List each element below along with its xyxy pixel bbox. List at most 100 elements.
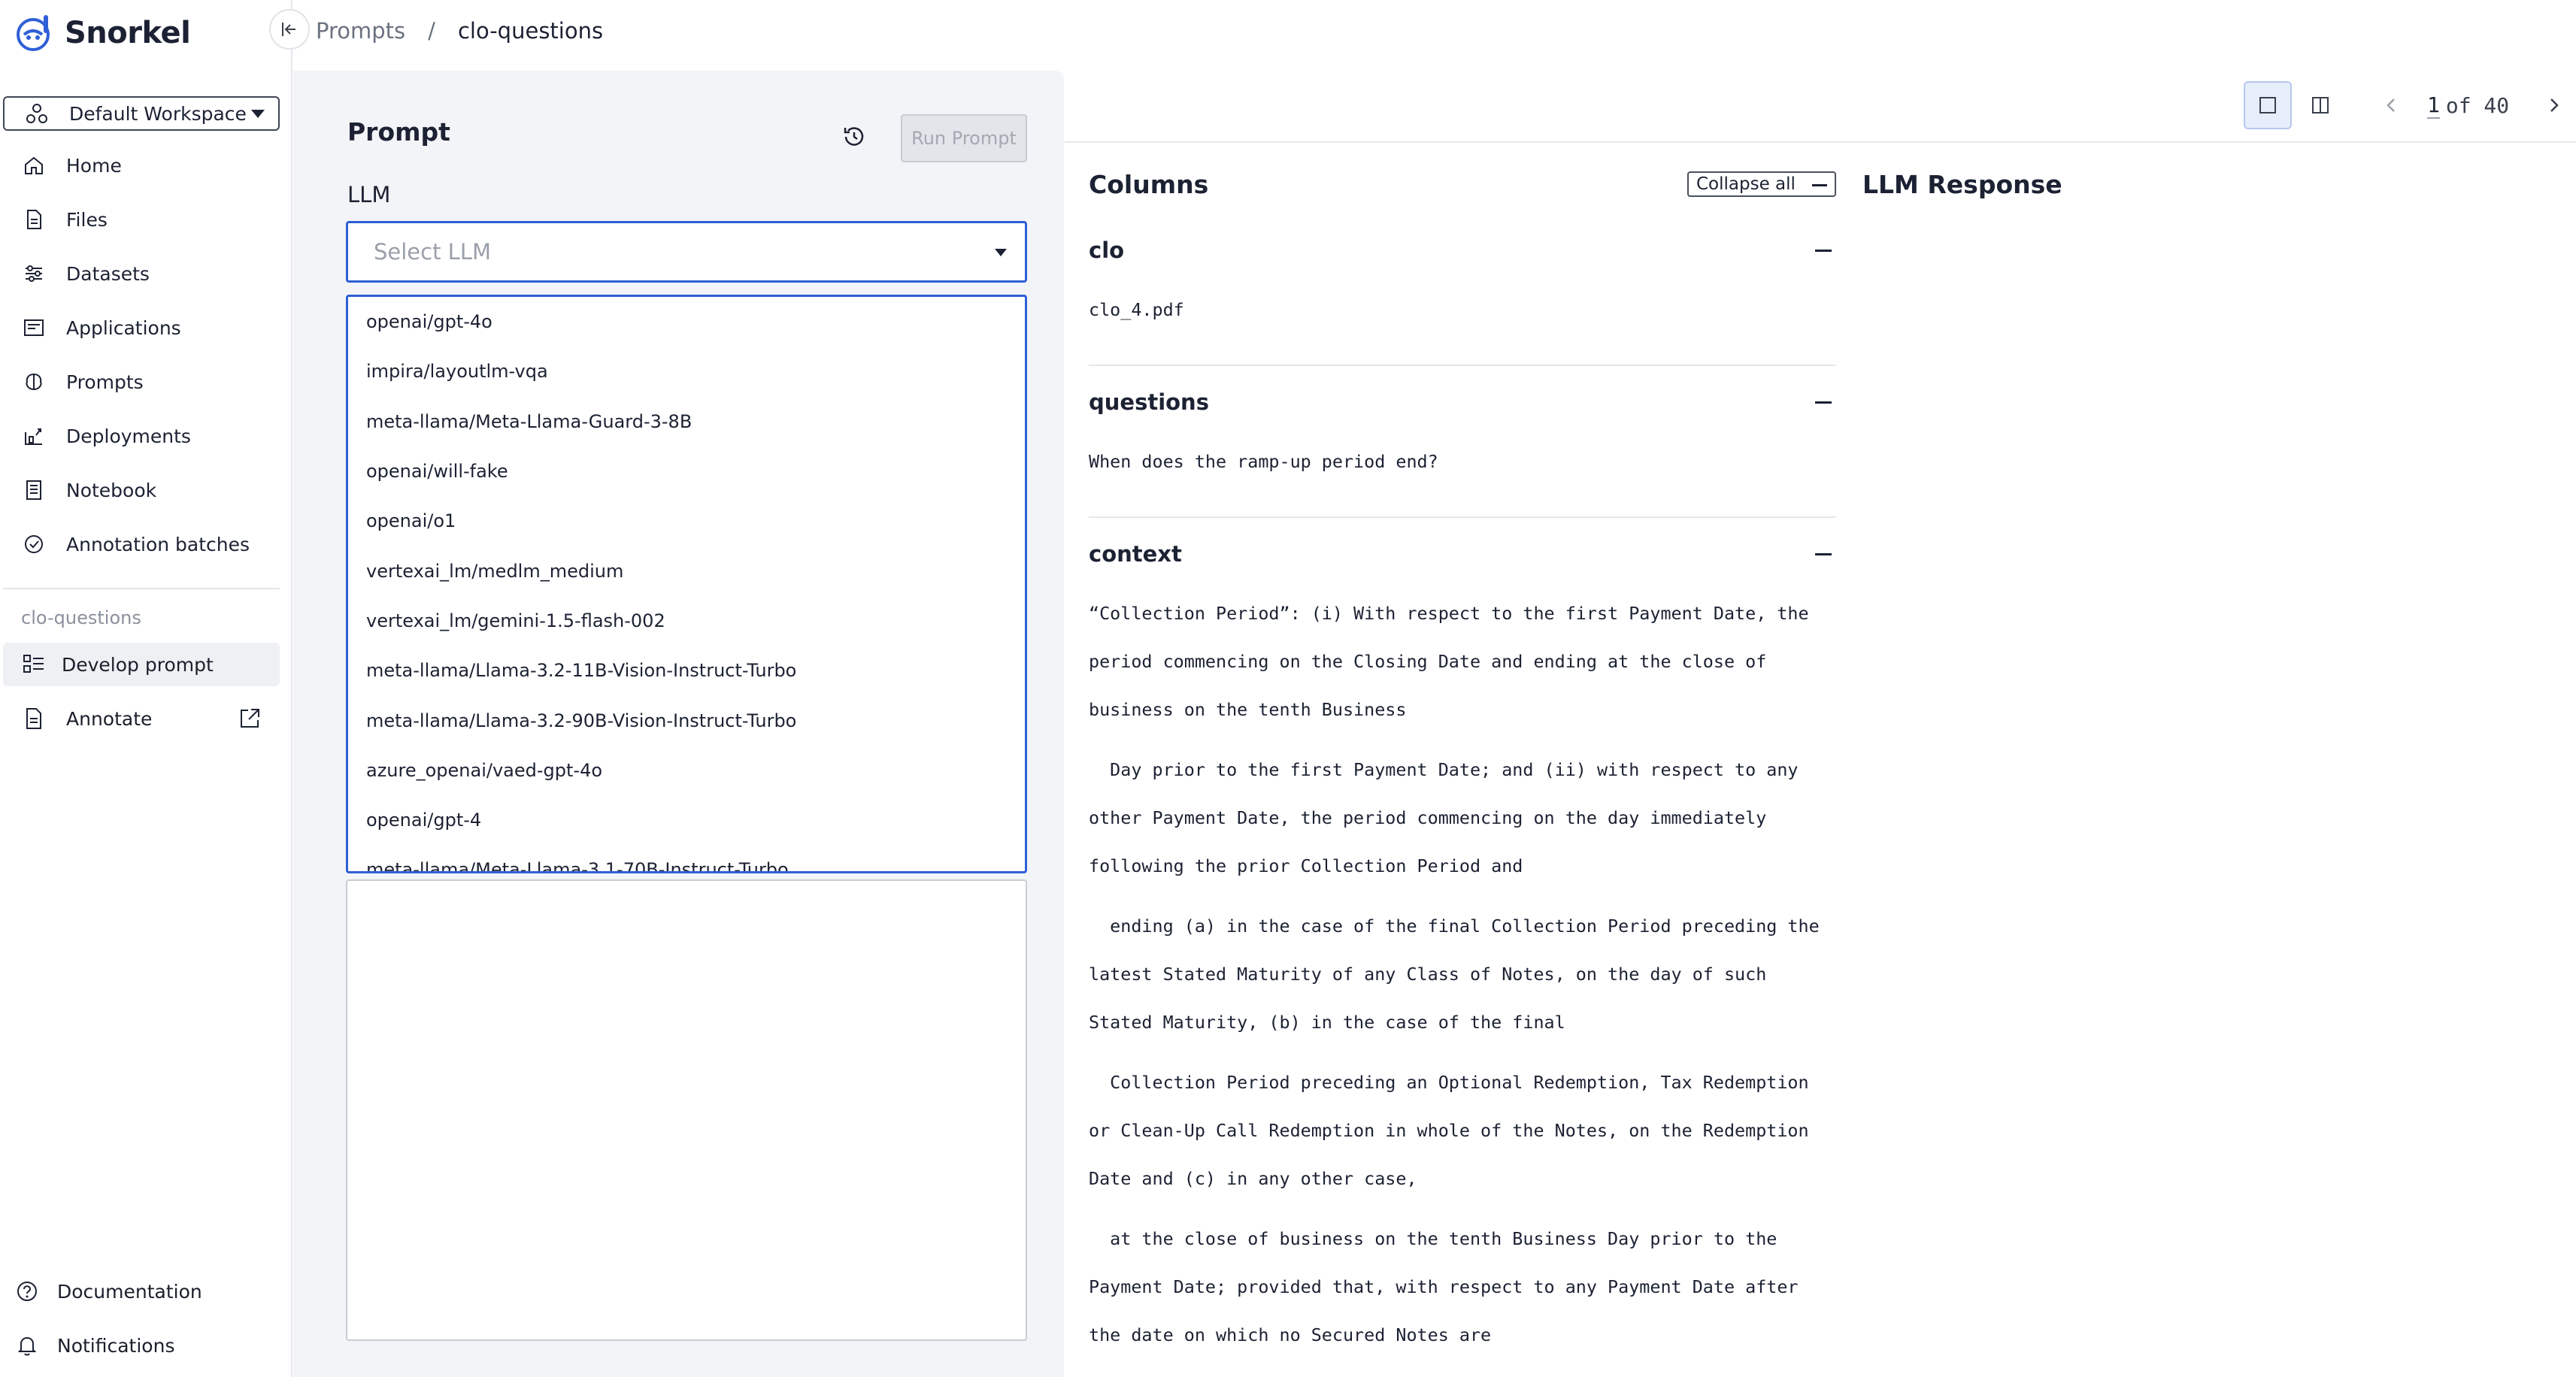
split-view-button[interactable] — [2296, 81, 2344, 129]
sidebar-item-label: Home — [66, 154, 122, 177]
chevron-down-icon — [995, 249, 1007, 256]
prev-page-button[interactable] — [2376, 90, 2406, 120]
llm-option[interactable]: meta-llama/Meta-Llama-3.1-70B-Instruct-T… — [348, 845, 1025, 871]
column-clo-value: clo_4.pdf — [1089, 299, 1184, 320]
sidebar-item-label: Annotation batches — [66, 533, 250, 555]
context-line: at the close of business on the tenth Bu… — [1089, 1228, 1777, 1249]
external-link-icon[interactable] — [238, 707, 262, 731]
section-label: clo-questions — [21, 607, 141, 628]
sidebar-item-annotate[interactable]: Annotate — [0, 692, 292, 746]
llm-option[interactable]: openai/gpt-4o — [348, 297, 1025, 347]
context-line: the date on which no Secured Notes are — [1089, 1324, 1492, 1345]
file-icon — [21, 207, 47, 232]
prompt-panel: Prompt Run Prompt LLM Select LLM openai/… — [293, 71, 1064, 1377]
sidebar-item-files[interactable]: Files — [0, 192, 292, 247]
collapse-all-button[interactable]: Collapse all — [1687, 171, 1836, 197]
llm-option[interactable]: meta-llama/Llama-3.2-11B-Vision-Instruct… — [348, 646, 1025, 695]
notebook-icon — [21, 477, 47, 503]
context-line: or Clean-Up Call Redemption in whole of … — [1089, 1120, 1809, 1141]
context-line: Payment Date; provided that, with respec… — [1089, 1276, 1799, 1297]
record-toolbar — [1065, 71, 2576, 143]
llm-option[interactable]: meta-llama/Meta-Llama-Guard-3-8B — [348, 397, 1025, 446]
columns-icon — [2312, 97, 2329, 113]
square-icon — [2259, 97, 2276, 113]
context-line: Date and (c) in any other case, — [1089, 1168, 1417, 1189]
llm-option[interactable]: vertexai_lm/gemini-1.5-flash-002 — [348, 596, 1025, 646]
breadcrumb-current: clo-questions — [457, 18, 604, 44]
context-line: “Collection Period”: (i) With respect to… — [1089, 603, 1809, 624]
single-view-button[interactable] — [2244, 81, 2292, 129]
home-icon — [21, 153, 47, 178]
next-page-button[interactable] — [2539, 90, 2569, 120]
collapse-questions-icon[interactable] — [1815, 401, 1832, 404]
llm-option[interactable]: openai/o1 — [348, 496, 1025, 546]
chevron-down-icon — [251, 109, 265, 118]
context-line: following the prior Collection Period an… — [1089, 855, 1523, 876]
sidebar-item-label: Notifications — [57, 1334, 175, 1357]
chevron-right-icon — [2550, 98, 2559, 112]
llm-select[interactable]: Select LLM — [346, 221, 1027, 283]
file-icon — [26, 708, 41, 729]
sidebar-item-home[interactable]: Home — [0, 138, 292, 192]
llm-option[interactable]: azure_openai/vaed-gpt-4o — [348, 746, 1025, 795]
sidebar-item-notifications[interactable]: Notifications — [0, 1319, 174, 1372]
context-line: latest Stated Maturity of any Class of N… — [1089, 964, 1767, 985]
collapse-context-icon[interactable] — [1815, 553, 1832, 555]
pager: 1 of 40 — [2376, 89, 2569, 122]
collapse-left-icon — [282, 23, 295, 36]
sidebar-item-label: Develop prompt — [62, 653, 214, 676]
help-circle-icon — [17, 1282, 37, 1301]
sidebar-item-notebook[interactable]: Notebook — [0, 463, 292, 517]
sidebar-item-label: Applications — [66, 316, 181, 339]
sidebar-item-annotation-batches[interactable]: Annotation batches — [0, 517, 292, 571]
bell-icon — [17, 1336, 37, 1356]
brand-name: Snorkel — [65, 16, 191, 50]
sidebar: Snorkel Default Workspace Home Files Dat… — [0, 0, 292, 1377]
sidebar-item-deployments[interactable]: Deployments — [0, 409, 292, 463]
sidebar-item-label: Deployments — [66, 425, 191, 447]
llm-option[interactable]: vertexai_lm/medlm_medium — [348, 546, 1025, 595]
minus-icon — [1812, 184, 1827, 186]
breadcrumb-prompts-link[interactable]: Prompts — [316, 18, 405, 44]
sidebar-item-datasets[interactable]: Datasets — [0, 247, 292, 301]
workspace-selector[interactable]: Default Workspace — [3, 96, 280, 131]
context-line: other Payment Date, the period commencin… — [1089, 807, 1767, 828]
context-line: business on the tenth Business — [1089, 699, 1407, 720]
context-line: Stated Maturity, (b) in the case of the … — [1089, 1012, 1565, 1033]
llm-option[interactable]: meta-llama/Llama-3.2-90B-Vision-Instruct… — [348, 695, 1025, 745]
llm-dropdown-menu: openai/gpt-4o impira/layoutlm-vqa meta-l… — [346, 295, 1027, 873]
collapse-sidebar-button[interactable] — [269, 9, 310, 50]
sidebar-item-documentation[interactable]: Documentation — [0, 1265, 202, 1318]
collapse-clo-icon[interactable] — [1815, 250, 1832, 252]
sidebar-item-label: Annotate — [66, 707, 153, 730]
run-prompt-button[interactable]: Run Prompt — [901, 114, 1027, 162]
breadcrumb: Prompts / clo-questions — [316, 18, 603, 44]
context-line: ending (a) in the case of the final Coll… — [1089, 915, 1820, 937]
llm-option[interactable]: openai/gpt-4 — [348, 795, 1025, 845]
sidebar-item-prompts[interactable]: Prompts — [0, 355, 292, 409]
prompt-text-area[interactable] — [346, 879, 1027, 1341]
columns-title: Columns — [1089, 170, 1209, 199]
context-line: period commencing on the Closing Date an… — [1089, 651, 1767, 672]
snorkel-logo-icon — [17, 15, 50, 51]
column-clo-header: clo — [1089, 238, 1125, 263]
context-line: Day prior to the first Payment Date; and… — [1089, 759, 1799, 780]
llm-option[interactable]: openai/will-fake — [348, 446, 1025, 496]
llm-label: LLM — [347, 182, 391, 207]
workspace-name: Default Workspace — [69, 102, 247, 125]
sidebar-item-develop-prompt[interactable]: Develop prompt — [3, 643, 280, 686]
brain-icon — [21, 369, 47, 395]
sidebar-nav: Home Files Datasets Applications Prompts… — [0, 138, 292, 571]
column-questions-value: When does the ramp-up period end? — [1089, 451, 1438, 472]
context-line: Collection Period preceding an Optional … — [1089, 1072, 1809, 1093]
workspace-icon — [26, 104, 47, 123]
llm-select-placeholder: Select LLM — [374, 239, 492, 265]
column-questions-header: questions — [1089, 389, 1209, 415]
page-total: of 40 — [2445, 92, 2510, 118]
history-icon[interactable] — [841, 123, 868, 150]
sidebar-item-label: Prompts — [66, 371, 144, 393]
llm-option[interactable]: impira/layoutlm-vqa — [348, 347, 1025, 396]
sidebar-item-applications[interactable]: Applications — [0, 301, 292, 355]
logo[interactable]: Snorkel — [14, 11, 191, 56]
current-page[interactable]: 1 — [2427, 92, 2440, 119]
